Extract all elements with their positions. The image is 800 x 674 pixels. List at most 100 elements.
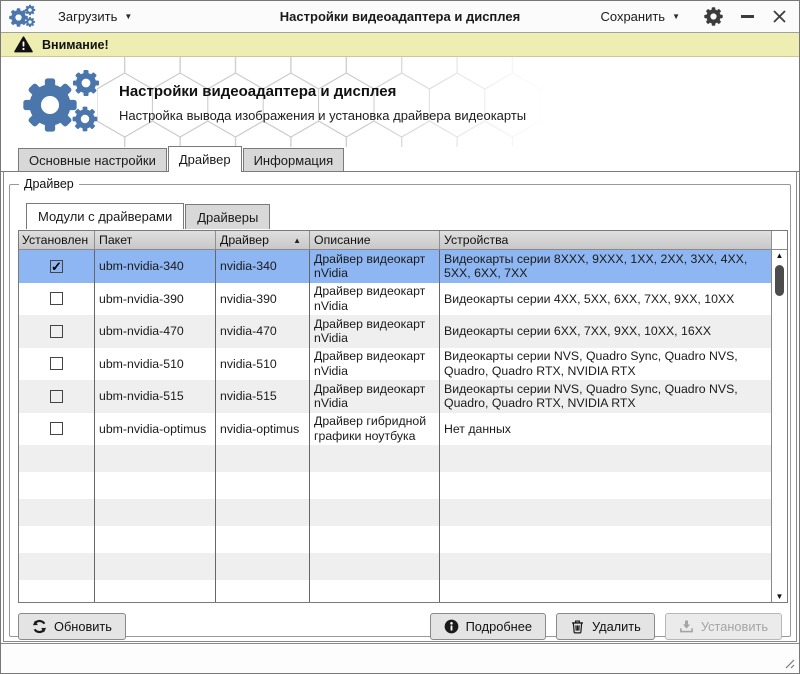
sort-asc-icon: ▲ bbox=[293, 236, 301, 245]
info-icon bbox=[444, 619, 459, 634]
vertical-scrollbar[interactable]: ▲ ▼ bbox=[771, 250, 787, 602]
install-icon bbox=[679, 619, 694, 634]
column-header-installed[interactable]: Установлен bbox=[19, 231, 95, 249]
installed-cell bbox=[19, 413, 95, 446]
description-cell: Драйвер видеокарт nVidia bbox=[310, 315, 440, 348]
close-button[interactable] bbox=[772, 9, 787, 24]
package-cell: ubm-nvidia-515 bbox=[95, 380, 216, 413]
description-cell: Драйвер видеокарт nVidia bbox=[310, 348, 440, 381]
table-row[interactable]: ubm-nvidia-optimus nvidia-optimus Драйве… bbox=[19, 413, 771, 446]
table-header: Установлен Пакет Драйвер ▲ Описание Устр… bbox=[19, 231, 787, 250]
installed-cell bbox=[19, 348, 95, 381]
page-subtitle: Настройка вывода изображения и установка… bbox=[119, 108, 526, 123]
gears-logo bbox=[23, 69, 103, 135]
table-row[interactable]: ✓ ubm-nvidia-340 nvidia-340 Драйвер виде… bbox=[19, 250, 771, 283]
delete-button[interactable]: Удалить bbox=[556, 613, 655, 640]
load-menu-label: Загрузить bbox=[58, 9, 117, 24]
tab-driver[interactable]: Драйвер bbox=[168, 146, 242, 172]
status-bar bbox=[1, 643, 799, 673]
empty-rows-area bbox=[19, 445, 771, 602]
resize-grip[interactable] bbox=[783, 657, 795, 669]
driver-cell: nvidia-390 bbox=[216, 283, 310, 316]
column-header-devices[interactable]: Устройства bbox=[440, 231, 771, 249]
save-menu-label: Сохранить bbox=[600, 9, 665, 24]
scroll-up-icon[interactable]: ▲ bbox=[772, 251, 787, 260]
warning-triangle-icon bbox=[14, 36, 33, 53]
warning-text: Внимание! bbox=[42, 38, 109, 52]
driver-groupbox: Драйвер Модули с драйверами Драйверы Уст… bbox=[9, 177, 791, 637]
driver-cell: nvidia-510 bbox=[216, 348, 310, 381]
devices-cell: Видеокарты серии NVS, Quadro Sync, Quadr… bbox=[440, 348, 771, 381]
package-cell: ubm-nvidia-390 bbox=[95, 283, 216, 316]
main-tabbar: Основные настройки Драйвер Информация bbox=[1, 147, 799, 172]
table-row[interactable]: ubm-nvidia-510 nvidia-510 Драйвер видеок… bbox=[19, 348, 771, 381]
tab-drivers[interactable]: Драйверы bbox=[185, 204, 270, 229]
scrollbar-corner bbox=[771, 231, 787, 249]
refresh-button[interactable]: Обновить bbox=[18, 613, 126, 640]
installed-checkbox[interactable] bbox=[50, 325, 63, 338]
tab-driver-modules[interactable]: Модули с драйверами bbox=[26, 203, 184, 229]
install-label: Установить bbox=[701, 619, 768, 634]
dropdown-arrow-icon: ▼ bbox=[124, 12, 132, 21]
table-row[interactable]: ubm-nvidia-515 nvidia-515 Драйвер видеок… bbox=[19, 380, 771, 413]
save-menu-button[interactable]: Сохранить ▼ bbox=[594, 6, 686, 27]
page-header: Настройки видеоадаптера и дисплея Настро… bbox=[1, 57, 799, 147]
driver-cell: nvidia-340 bbox=[216, 250, 310, 283]
app-gears-icon bbox=[9, 4, 36, 29]
settings-gear-button[interactable] bbox=[704, 7, 723, 26]
description-cell: Драйвер видеокарт nVidia bbox=[310, 380, 440, 413]
column-header-package[interactable]: Пакет bbox=[95, 231, 216, 249]
column-header-description[interactable]: Описание bbox=[310, 231, 440, 249]
minimize-button[interactable] bbox=[741, 10, 754, 24]
description-cell: Драйвер гибридной графики ноутбука bbox=[310, 413, 440, 446]
close-icon bbox=[774, 11, 785, 22]
tab-information[interactable]: Информация bbox=[243, 148, 345, 172]
titlebar: Загрузить ▼ Настройки видеоадаптера и ди… bbox=[1, 1, 799, 33]
installed-checkbox[interactable] bbox=[50, 422, 63, 435]
installed-cell: ✓ bbox=[19, 250, 95, 283]
package-cell: ubm-nvidia-optimus bbox=[95, 413, 216, 446]
install-button: Установить bbox=[665, 613, 782, 640]
tabbar-baseline bbox=[1, 171, 799, 172]
description-cell: Драйвер видеокарт nVidia bbox=[310, 283, 440, 316]
tab-basic-settings[interactable]: Основные настройки bbox=[18, 148, 167, 172]
installed-checkbox[interactable] bbox=[50, 390, 63, 403]
button-row: Обновить Подробнее bbox=[18, 612, 782, 640]
load-menu-button[interactable]: Загрузить ▼ bbox=[52, 6, 138, 27]
description-cell: Драйвер видеокарт nVidia bbox=[310, 250, 440, 283]
minimize-icon bbox=[741, 15, 754, 18]
installed-checkbox[interactable] bbox=[50, 357, 63, 370]
inner-tabbar: Модули с драйверами Драйверы bbox=[26, 203, 271, 229]
column-header-driver[interactable]: Драйвер ▲ bbox=[216, 231, 310, 249]
driver-cell: nvidia-optimus bbox=[216, 413, 310, 446]
trash-icon bbox=[570, 619, 585, 634]
table-row[interactable]: ubm-nvidia-390 nvidia-390 Драйвер видеок… bbox=[19, 283, 771, 316]
table-body: ✓ ubm-nvidia-340 nvidia-340 Драйвер виде… bbox=[19, 250, 771, 602]
installed-cell bbox=[19, 315, 95, 348]
warning-banner: Внимание! bbox=[1, 33, 799, 57]
page-title: Настройки видеоадаптера и дисплея bbox=[119, 83, 526, 100]
table-row[interactable]: ubm-nvidia-470 nvidia-470 Драйвер видеок… bbox=[19, 315, 771, 348]
devices-cell: Видеокарты серии NVS, Quadro Sync, Quadr… bbox=[440, 380, 771, 413]
installed-checkbox[interactable]: ✓ bbox=[50, 260, 63, 273]
package-cell: ubm-nvidia-340 bbox=[95, 250, 216, 283]
devices-cell: Видеокарты серии 6XX, 7XX, 9XX, 10XX, 16… bbox=[440, 315, 771, 348]
driver-groupbox-label: Драйвер bbox=[19, 177, 79, 191]
scroll-down-icon[interactable]: ▼ bbox=[772, 592, 787, 601]
devices-cell: Видеокарты серии 8XXX, 9XXX, 1XX, 2XX, 3… bbox=[440, 250, 771, 283]
scrollbar-thumb[interactable] bbox=[775, 265, 784, 296]
installed-cell bbox=[19, 283, 95, 316]
installed-cell bbox=[19, 380, 95, 413]
delete-label: Удалить bbox=[592, 619, 641, 634]
devices-cell: Видеокарты серии 4XX, 5XX, 6XX, 7XX, 9XX… bbox=[440, 283, 771, 316]
refresh-icon bbox=[32, 619, 47, 634]
driver-cell: nvidia-515 bbox=[216, 380, 310, 413]
package-cell: ubm-nvidia-510 bbox=[95, 348, 216, 381]
refresh-label: Обновить bbox=[54, 619, 112, 634]
installed-checkbox[interactable] bbox=[50, 292, 63, 305]
driver-tab-page: Драйвер Модули с драйверами Драйверы Уст… bbox=[3, 172, 797, 642]
app-window: Загрузить ▼ Настройки видеоадаптера и ди… bbox=[0, 0, 800, 674]
devices-cell: Нет данных bbox=[440, 413, 771, 446]
details-button[interactable]: Подробнее bbox=[430, 613, 546, 640]
driver-cell: nvidia-470 bbox=[216, 315, 310, 348]
